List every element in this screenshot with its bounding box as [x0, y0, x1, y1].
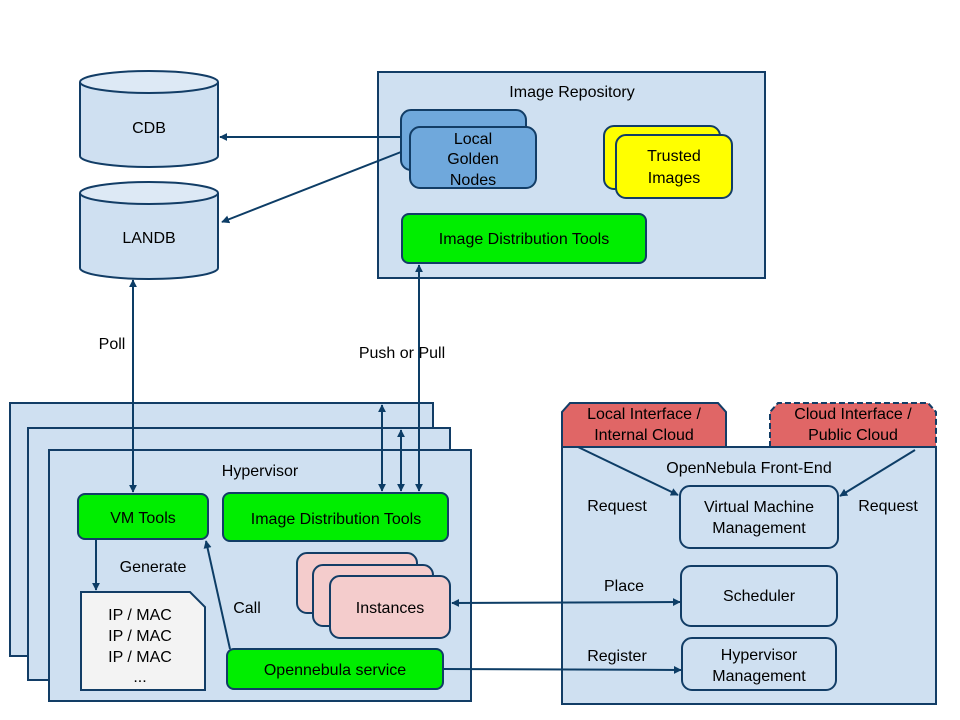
golden-nodes-line3: Nodes: [450, 172, 496, 189]
landb-label: LANDB: [122, 230, 175, 247]
opennebula-service-label: Opennebula service: [264, 662, 406, 679]
poll-label: Poll: [99, 336, 126, 353]
local-golden-nodes-stack[interactable]: Local Golden Nodes: [400, 109, 537, 189]
ip-mac-document[interactable]: IP / MAC IP / MAC IP / MAC ...: [80, 591, 206, 691]
golden-nodes-line1: Local: [454, 131, 492, 148]
vm-management-line1: Virtual Machine: [704, 499, 814, 516]
architecture-diagram: CDB LANDB Image Repository Local Golden …: [9, 70, 937, 705]
frontend-title: OpenNebula Front-End: [666, 460, 831, 477]
request-right-label: Request: [858, 498, 918, 515]
vm-tools-label: VM Tools: [110, 510, 176, 527]
hypervisor-management-line1: Hypervisor: [721, 647, 798, 664]
instances-stack[interactable]: Instances: [296, 552, 451, 639]
scheduler-label: Scheduler: [723, 588, 796, 605]
vm-management-line2: Management: [712, 520, 806, 537]
trusted-images-stack[interactable]: Trusted Images: [603, 125, 733, 199]
local-interface-line2: Internal Cloud: [594, 427, 694, 444]
call-label: Call: [233, 600, 261, 617]
opennebula-service-box[interactable]: Opennebula service: [226, 648, 444, 690]
scheduler-box[interactable]: Scheduler: [680, 565, 838, 627]
ip-mac-line4: ...: [133, 669, 146, 686]
golden-nodes-line2: Golden: [447, 151, 499, 168]
vm-management-box[interactable]: Virtual Machine Management: [679, 485, 839, 549]
request-left-label: Request: [587, 498, 647, 515]
vm-tools-box[interactable]: VM Tools: [77, 493, 209, 540]
local-interface-tab[interactable]: Local Interface / Internal Cloud: [561, 402, 727, 448]
ip-mac-line1: IP / MAC: [108, 607, 172, 624]
place-arrow: [451, 598, 681, 607]
golden-nodes-to-landb-arrow: [221, 151, 402, 224]
ip-mac-line2: IP / MAC: [108, 628, 172, 645]
register-label: Register: [587, 648, 647, 665]
place-label: Place: [604, 578, 644, 595]
cloud-interface-tab[interactable]: Cloud Interface / Public Cloud: [769, 402, 937, 448]
push-or-pull-label: Push or Pull: [359, 345, 445, 362]
register-arrow: [442, 665, 682, 674]
repo-distribution-tools-label: Image Distribution Tools: [439, 231, 609, 248]
repo-image-distribution-tools[interactable]: Image Distribution Tools: [401, 213, 647, 264]
ip-mac-line3: IP / MAC: [108, 649, 172, 666]
hypervisor-title: Hypervisor: [222, 463, 299, 480]
image-repository-title: Image Repository: [509, 84, 634, 101]
generate-label: Generate: [120, 559, 187, 576]
landb-database[interactable]: LANDB: [79, 181, 219, 280]
hypervisor-image-distribution-tools[interactable]: Image Distribution Tools: [222, 492, 449, 542]
trusted-images-line2: Images: [648, 170, 700, 187]
trusted-images-line1: Trusted: [647, 148, 701, 165]
cloud-interface-line1: Cloud Interface /: [794, 406, 912, 423]
hypervisor-management-line2: Management: [712, 668, 806, 685]
cdb-database[interactable]: CDB: [79, 70, 219, 168]
hypervisor-management-box[interactable]: Hypervisor Management: [681, 637, 837, 691]
hypervisor-distribution-tools-label: Image Distribution Tools: [251, 511, 421, 528]
instances-label: Instances: [356, 600, 424, 617]
local-interface-line1: Local Interface /: [587, 406, 701, 423]
cloud-interface-line2: Public Cloud: [808, 427, 898, 444]
cdb-label: CDB: [132, 120, 166, 137]
